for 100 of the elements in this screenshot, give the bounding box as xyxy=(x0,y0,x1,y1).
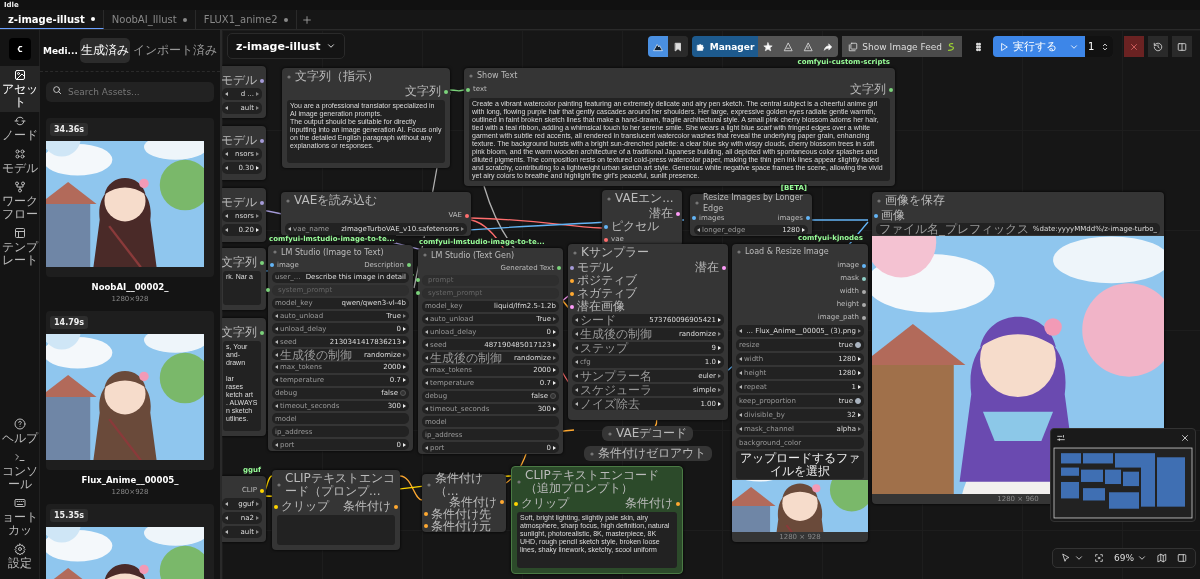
sidebar-item[interactable]: 設定 xyxy=(0,540,40,573)
sidebar-item[interactable]: コンソール xyxy=(0,448,40,494)
node-card[interactable]: CLIPテキストエンコード（プロンプ... クリップ 条件付け xyxy=(272,470,400,550)
left-arrow-icon[interactable] xyxy=(575,360,578,364)
left-arrow-icon[interactable] xyxy=(575,332,578,336)
left-arrow-icon[interactable] xyxy=(425,329,428,334)
port-dot[interactable] xyxy=(424,512,428,516)
left-arrow-icon[interactable] xyxy=(739,371,742,375)
port-dot[interactable] xyxy=(862,289,866,294)
port-dot[interactable] xyxy=(260,260,264,265)
sidebar-item[interactable]: テンプレート xyxy=(0,224,40,270)
left-arrow-icon[interactable] xyxy=(575,318,578,322)
left-arrow-icon[interactable] xyxy=(225,92,228,96)
left-arrow-icon[interactable] xyxy=(425,381,428,386)
port-dot[interactable] xyxy=(260,488,264,493)
collapsed-node[interactable]: VAEデコード xyxy=(602,426,694,441)
sidebar-item[interactable]: ワークフロー xyxy=(0,178,40,224)
left-arrow-icon[interactable] xyxy=(575,374,578,378)
asset-card[interactable]: 14.79s xyxy=(46,311,214,470)
left-arrow-icon[interactable] xyxy=(275,442,278,447)
left-arrow-icon[interactable] xyxy=(697,228,700,232)
left-arrow-icon[interactable] xyxy=(275,365,278,370)
left-arrow-icon[interactable] xyxy=(288,227,291,231)
port-dot[interactable] xyxy=(260,200,264,205)
left-arrow-icon[interactable] xyxy=(275,352,278,357)
left-arrow-icon[interactable] xyxy=(739,413,742,417)
left-arrow-icon[interactable] xyxy=(425,368,428,373)
left-arrow-icon[interactable] xyxy=(739,329,742,333)
port-dot[interactable] xyxy=(570,304,574,309)
left-arrow-icon[interactable] xyxy=(575,402,578,406)
port-dot[interactable] xyxy=(862,276,866,281)
left-arrow-icon[interactable] xyxy=(425,342,428,347)
left-arrow-icon[interactable] xyxy=(225,228,228,232)
left-arrow-icon[interactable] xyxy=(225,214,228,218)
port-dot[interactable] xyxy=(604,224,608,229)
port-dot[interactable] xyxy=(692,216,696,220)
port-dot[interactable] xyxy=(260,78,264,83)
port-dot[interactable] xyxy=(416,278,420,283)
asset-card[interactable]: 34.36s xyxy=(46,118,214,277)
port-dot[interactable] xyxy=(514,501,518,506)
port-dot[interactable] xyxy=(862,315,866,320)
port-dot[interactable] xyxy=(676,211,680,216)
manager-button[interactable]: Manager xyxy=(691,36,759,57)
left-arrow-icon[interactable] xyxy=(425,317,428,321)
port-dot[interactable] xyxy=(270,263,274,267)
left-arrow-icon[interactable] xyxy=(275,404,278,408)
run-button[interactable]: 実行する xyxy=(993,36,1063,57)
image-feed-button[interactable]: Show Image Feed xyxy=(842,36,962,57)
port-dot[interactable] xyxy=(444,89,448,94)
port-dot[interactable] xyxy=(500,500,504,504)
port-dot[interactable] xyxy=(862,302,866,307)
port-dot[interactable] xyxy=(570,278,574,283)
port-dot[interactable] xyxy=(874,213,878,218)
workflow-tab[interactable]: NoobAI_Illust xyxy=(103,10,196,29)
workflow-tab[interactable]: FLUX1_anime2 xyxy=(195,10,297,29)
port-dot[interactable] xyxy=(260,138,264,143)
left-arrow-icon[interactable] xyxy=(275,314,278,318)
collapsed-node[interactable]: 条件付けゼロアウト xyxy=(584,446,712,461)
port-dot[interactable] xyxy=(604,237,608,242)
asset-card[interactable]: 15.35s xyxy=(46,504,214,579)
port-dot[interactable] xyxy=(570,291,574,296)
workflow-tab[interactable]: z-image-illust xyxy=(0,10,104,29)
history-button[interactable] xyxy=(1148,36,1168,57)
left-arrow-icon[interactable] xyxy=(425,407,428,411)
left-arrow-icon[interactable] xyxy=(425,355,428,360)
left-arrow-icon[interactable] xyxy=(275,378,278,383)
star-button[interactable] xyxy=(758,36,779,57)
sidebar-item[interactable]: ヘルプ xyxy=(0,415,40,448)
sidebar-item[interactable]: ノード xyxy=(0,112,40,145)
left-arrow-icon[interactable] xyxy=(225,502,228,506)
left-arrow-icon[interactable] xyxy=(225,166,228,170)
left-arrow-icon[interactable] xyxy=(275,326,278,331)
left-arrow-icon[interactable] xyxy=(739,427,742,431)
sidebar-item[interactable]: モデル xyxy=(0,145,40,178)
port-dot[interactable] xyxy=(862,263,866,268)
left-arrow-icon[interactable] xyxy=(225,106,228,110)
port-dot[interactable] xyxy=(557,266,561,270)
left-arrow-icon[interactable] xyxy=(575,388,578,392)
left-arrow-icon[interactable] xyxy=(739,385,742,389)
minimap-drawing[interactable] xyxy=(1053,447,1193,519)
node-card[interactable] xyxy=(511,466,683,574)
port-dot[interactable] xyxy=(676,501,680,506)
left-arrow-icon[interactable] xyxy=(739,357,742,361)
app-logo[interactable] xyxy=(8,38,31,60)
left-arrow-icon[interactable] xyxy=(575,346,578,350)
port-dot[interactable] xyxy=(416,291,420,296)
logo-button[interactable] xyxy=(647,36,668,57)
sidebar-item[interactable]: ョートカッ xyxy=(0,494,40,540)
port-dot[interactable] xyxy=(266,288,270,293)
left-arrow-icon[interactable] xyxy=(225,530,228,534)
port-dot[interactable] xyxy=(274,504,278,509)
port-dot[interactable] xyxy=(260,330,264,335)
node-card[interactable]: 条件付け（... 条件付け 条件付け先 条件付け元 xyxy=(422,474,506,532)
port-dot[interactable] xyxy=(424,524,428,528)
upload-button[interactable]: アップロードするファイルを選択 xyxy=(736,451,864,479)
batch-count-field[interactable]: 1 xyxy=(1085,36,1113,57)
search-field[interactable]: Search Assets... xyxy=(46,82,214,102)
port-dot[interactable] xyxy=(407,263,411,267)
filter-tab[interactable]: インポート済み xyxy=(131,38,218,63)
port-dot[interactable] xyxy=(889,87,893,92)
